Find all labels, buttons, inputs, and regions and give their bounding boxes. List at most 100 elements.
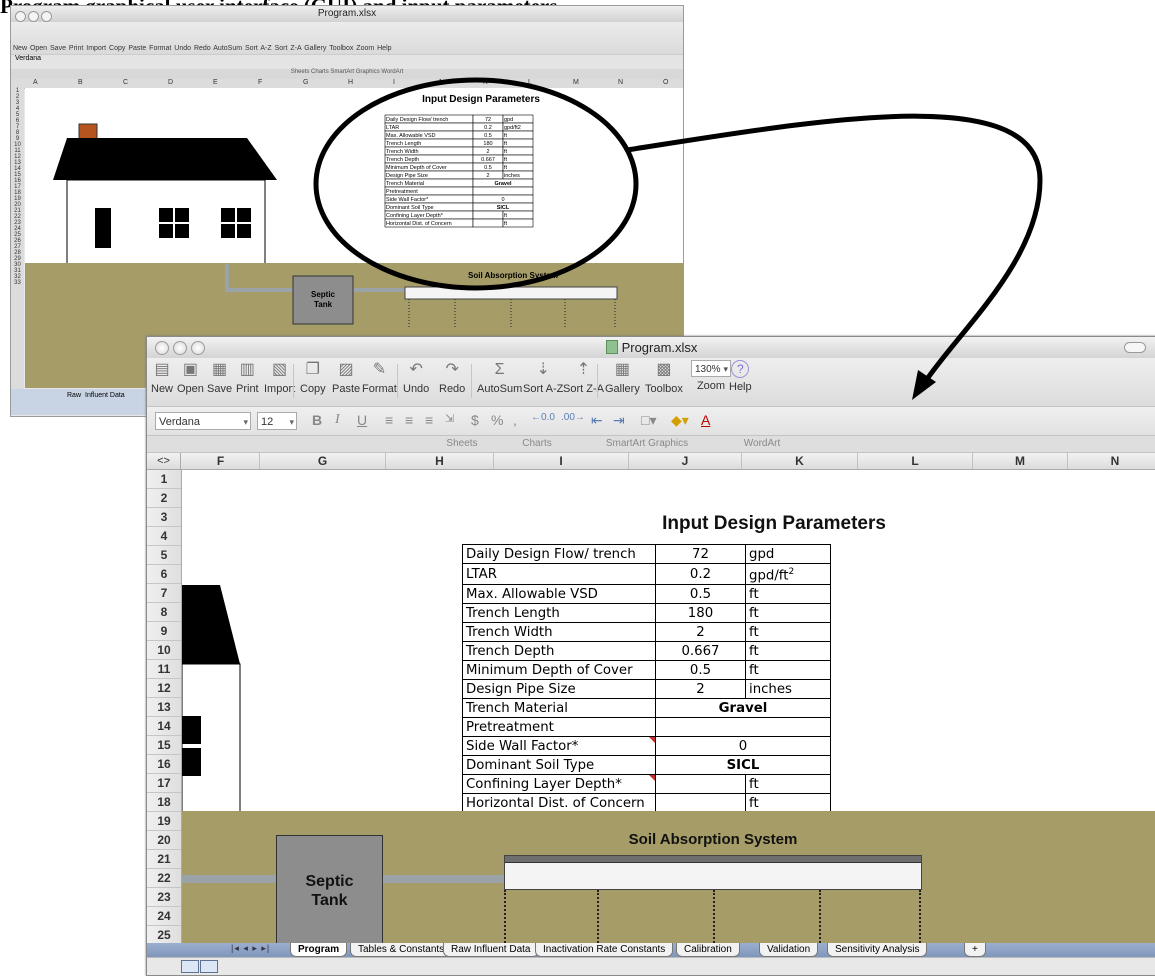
redo-button[interactable]: ↷ Redo bbox=[439, 360, 465, 395]
row-header-21[interactable]: 21 bbox=[147, 850, 181, 869]
param-value[interactable] bbox=[655, 774, 746, 795]
column-header-J[interactable]: J bbox=[629, 453, 742, 469]
help-button[interactable]: ? Help bbox=[729, 360, 752, 393]
row-header-2[interactable]: 2 bbox=[147, 489, 181, 508]
sheet-tab-inactivation-rate-constants[interactable]: Inactivation Rate Constants bbox=[535, 943, 674, 957]
format-button[interactable]: ✎ Format bbox=[362, 360, 397, 395]
wrap-text-icon[interactable]: ⇲ bbox=[445, 412, 454, 425]
column-header-K[interactable]: K bbox=[742, 453, 858, 469]
fill-color-icon[interactable]: ◆▾ bbox=[671, 412, 689, 429]
param-value[interactable]: 0.667 bbox=[655, 641, 746, 662]
paste-button[interactable]: ▨ Paste bbox=[332, 360, 360, 395]
save-button[interactable]: ▦ Save bbox=[207, 360, 232, 395]
copy-button[interactable]: ❐ Copy bbox=[300, 360, 326, 395]
row-header-8[interactable]: 8 bbox=[147, 603, 181, 622]
sheet-tab-calibration[interactable]: Calibration bbox=[676, 943, 740, 957]
row-header-19[interactable]: 19 bbox=[147, 812, 181, 831]
open-button[interactable]: ▣ Open bbox=[177, 360, 204, 395]
row-header-17[interactable]: 17 bbox=[147, 774, 181, 793]
font-name-select[interactable]: Verdana bbox=[155, 412, 251, 431]
row-header-9[interactable]: 9 bbox=[147, 622, 181, 641]
row-header-25[interactable]: 25 bbox=[147, 926, 181, 943]
param-value-merged[interactable] bbox=[655, 717, 831, 738]
font-size-select[interactable]: 12 bbox=[257, 412, 297, 431]
import-button[interactable]: ▧ Import bbox=[264, 360, 295, 395]
undo-button[interactable]: ↶ Undo bbox=[403, 360, 429, 395]
row-header-4[interactable]: 4 bbox=[147, 527, 181, 546]
sheet-tab-tables-constants[interactable]: Tables & Constants bbox=[350, 943, 453, 957]
column-header-L[interactable]: L bbox=[858, 453, 973, 469]
small-tab-raw[interactable]: Raw bbox=[67, 392, 81, 399]
param-value[interactable]: 180 bbox=[655, 603, 746, 624]
small-font-name[interactable]: Verdana bbox=[15, 55, 41, 62]
sheet-nav-arrows[interactable]: |◂ ◂ ▸ ▸| bbox=[231, 943, 270, 954]
param-value-merged[interactable]: SICL bbox=[655, 755, 831, 776]
row-header-16[interactable]: 16 bbox=[147, 755, 181, 774]
row-header-12[interactable]: 12 bbox=[147, 679, 181, 698]
row-header-1[interactable]: 1 bbox=[147, 470, 181, 489]
align-left-icon[interactable]: ≡ bbox=[385, 412, 393, 428]
select-all-corner[interactable]: <> bbox=[147, 453, 181, 469]
row-header-10[interactable]: 10 bbox=[147, 641, 181, 660]
param-value[interactable]: 0.2 bbox=[655, 562, 746, 586]
column-header-F[interactable]: F bbox=[182, 453, 260, 469]
toolbar-toggle-button[interactable] bbox=[1124, 342, 1146, 353]
sheet-tab-sensitivity-analysis[interactable]: Sensitivity Analysis bbox=[827, 943, 928, 957]
param-value-merged[interactable]: Gravel bbox=[655, 698, 831, 719]
row-header-3[interactable]: 3 bbox=[147, 508, 181, 527]
param-value[interactable]: 72 bbox=[655, 544, 746, 564]
gallery-button[interactable]: ▦ Gallery bbox=[605, 360, 640, 395]
row-header-24[interactable]: 24 bbox=[147, 907, 181, 926]
add-sheet-tab[interactable]: + bbox=[964, 943, 986, 957]
zoom-button[interactable]: 130% Zoom bbox=[691, 360, 731, 392]
toolbox-button[interactable]: ▩ Toolbox bbox=[645, 360, 683, 395]
sheet-tab-program[interactable]: Program bbox=[290, 943, 348, 957]
ribbon-tab-sheets[interactable]: Sheets bbox=[437, 438, 487, 449]
column-header-H[interactable]: H bbox=[386, 453, 494, 469]
param-value[interactable]: 2 bbox=[655, 679, 746, 700]
align-right-icon[interactable]: ≡ bbox=[425, 412, 433, 428]
column-header-N[interactable]: N bbox=[1068, 453, 1155, 469]
font-color-icon[interactable]: A bbox=[701, 412, 710, 428]
column-header-G[interactable]: G bbox=[260, 453, 386, 469]
zoom-select[interactable]: 130% bbox=[691, 360, 731, 378]
param-value-merged[interactable]: 0 bbox=[655, 736, 831, 757]
align-center-icon[interactable]: ≡ bbox=[405, 412, 413, 428]
normal-view-button[interactable] bbox=[181, 960, 199, 973]
row-header-15[interactable]: 15 bbox=[147, 736, 181, 755]
increase-decimal-icon[interactable]: ←0.0 bbox=[531, 412, 555, 423]
comma-style-icon[interactable]: , bbox=[513, 412, 517, 428]
borders-icon[interactable]: □▾ bbox=[641, 412, 656, 429]
row-header-23[interactable]: 23 bbox=[147, 888, 181, 907]
column-header-I[interactable]: I bbox=[494, 453, 629, 469]
row-header-6[interactable]: 6 bbox=[147, 565, 181, 584]
ribbon-tab-smartart-graphics[interactable]: SmartArt Graphics bbox=[587, 438, 707, 449]
ribbon-tab-charts[interactable]: Charts bbox=[507, 438, 567, 449]
decrease-indent-icon[interactable]: ⇤ bbox=[591, 412, 603, 429]
increase-indent-icon[interactable]: ⇥ bbox=[613, 412, 625, 429]
row-header-7[interactable]: 7 bbox=[147, 584, 181, 603]
sheet-tab-raw-influent-data[interactable]: Raw Influent Data bbox=[443, 943, 539, 957]
sheet-tab-validation[interactable]: Validation bbox=[759, 943, 819, 957]
param-value[interactable]: 0.5 bbox=[655, 660, 746, 681]
row-header-11[interactable]: 11 bbox=[147, 660, 181, 679]
decrease-decimal-icon[interactable]: .00→ bbox=[561, 412, 585, 423]
currency-icon[interactable]: $ bbox=[471, 412, 479, 428]
column-header-M[interactable]: M bbox=[973, 453, 1068, 469]
italic-button[interactable]: I bbox=[335, 412, 340, 428]
ribbon-tab-wordart[interactable]: WordArt bbox=[727, 438, 797, 449]
sortaz-button[interactable]: ⇣ Sort A-Z bbox=[523, 360, 563, 395]
row-header-18[interactable]: 18 bbox=[147, 793, 181, 812]
row-header-14[interactable]: 14 bbox=[147, 717, 181, 736]
param-value[interactable]: 2 bbox=[655, 622, 746, 643]
row-header-20[interactable]: 20 bbox=[147, 831, 181, 850]
page-layout-view-button[interactable] bbox=[200, 960, 218, 973]
row-header-13[interactable]: 13 bbox=[147, 698, 181, 717]
param-value[interactable]: 0.5 bbox=[655, 584, 746, 605]
small-tab-influent[interactable]: Influent Data bbox=[85, 392, 125, 399]
underline-button[interactable]: U bbox=[357, 412, 367, 428]
percent-icon[interactable]: % bbox=[491, 412, 503, 428]
print-button[interactable]: ▥ Print bbox=[236, 360, 259, 395]
row-header-5[interactable]: 5 bbox=[147, 546, 181, 565]
new-button[interactable]: ▤ New bbox=[151, 360, 173, 395]
